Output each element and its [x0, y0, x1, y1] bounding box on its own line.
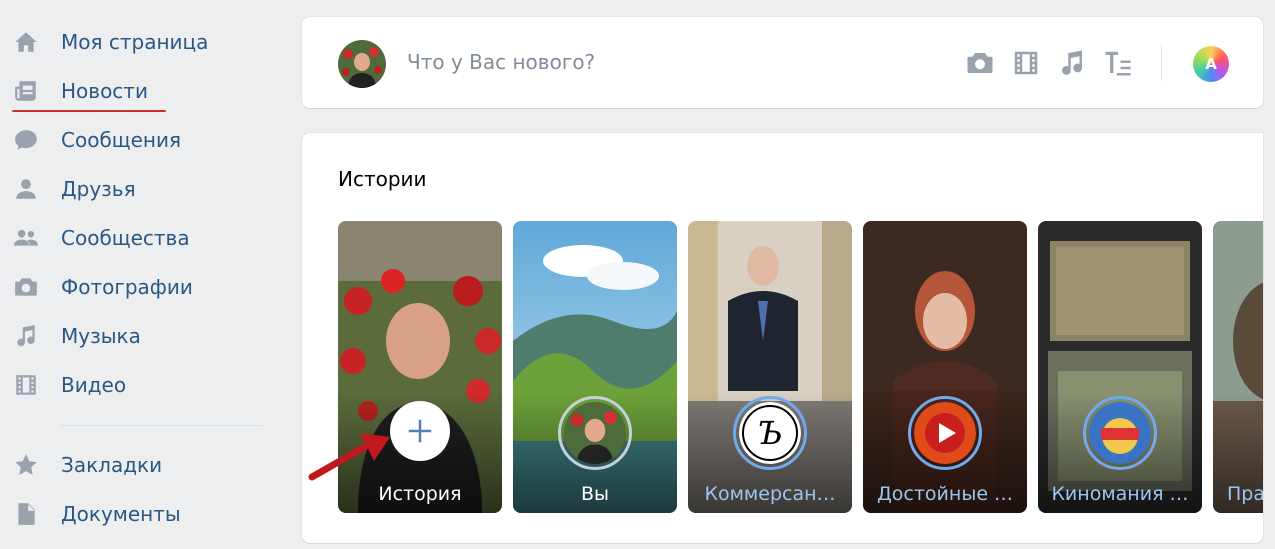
sidebar-item-label: Закладки	[61, 452, 163, 477]
story-kommersant[interactable]: Ъ Коммерсан…	[688, 221, 852, 513]
svg-text:Ъ: Ъ	[757, 414, 782, 452]
story-own[interactable]: Вы	[513, 221, 677, 513]
story-dostoinye[interactable]: Достойные …	[863, 221, 1027, 513]
camera-icon[interactable]	[964, 47, 996, 79]
avatar	[564, 402, 626, 464]
story-partial[interactable]: Пра	[1213, 221, 1263, 513]
add-story-button[interactable]	[390, 401, 450, 461]
sidebar-item-messages[interactable]: Сообщения	[0, 115, 265, 164]
aa-avatar-button[interactable]: A	[1193, 46, 1229, 82]
communities-icon	[12, 224, 40, 252]
sidebar-item-label: Музыка	[61, 323, 141, 348]
aa-label: A	[1205, 55, 1217, 73]
film-icon[interactable]	[1010, 47, 1042, 79]
news-icon	[12, 77, 40, 105]
story-label: Киномания …	[1051, 483, 1189, 505]
video-icon	[12, 371, 40, 399]
story-label: Достойные …	[876, 483, 1014, 505]
stories-title: Истории	[338, 167, 427, 191]
story-label: Вы	[580, 483, 610, 505]
sidebar-item-music[interactable]: Музыка	[0, 311, 265, 360]
sidebar-item-bookmarks[interactable]: Закладки	[0, 440, 265, 489]
kommersant-logo-icon: Ъ	[739, 402, 801, 464]
story-kinomania[interactable]: Киномания …	[1038, 221, 1202, 513]
stories-block: Истории История Вы Ъ Коммерсан… Достойны…	[302, 133, 1263, 543]
photo-icon	[12, 273, 40, 301]
text-format-icon[interactable]	[1102, 47, 1134, 79]
sidebar-item-label: Сообщения	[61, 127, 182, 152]
post-input[interactable]: Что у Вас нового?	[407, 50, 595, 74]
sidebar-item-video[interactable]: Видео	[0, 360, 265, 409]
messages-icon	[12, 126, 40, 154]
sidebar-item-my-page[interactable]: Моя страница	[0, 17, 265, 66]
document-icon	[12, 500, 40, 528]
highlight-underline	[12, 110, 166, 112]
home-icon	[12, 28, 40, 56]
left-sidebar: Моя страница Новости Сообщения Друзья Со…	[0, 17, 265, 538]
sidebar-divider	[60, 425, 262, 426]
sidebar-item-label: Новости	[61, 78, 148, 103]
music-note-icon[interactable]	[1056, 47, 1088, 79]
sidebar-item-label: Документы	[61, 501, 181, 526]
star-icon	[12, 451, 40, 479]
sidebar-item-friends[interactable]: Друзья	[0, 164, 265, 213]
tools-divider	[1161, 45, 1162, 81]
sidebar-item-news[interactable]: Новости	[0, 66, 265, 115]
sidebar-item-communities[interactable]: Сообщества	[0, 213, 265, 262]
story-avatar-ring: Ъ	[733, 396, 807, 470]
story-avatar-ring	[908, 396, 982, 470]
story-avatar-ring	[558, 396, 632, 470]
sidebar-item-label: Сообщества	[61, 225, 190, 250]
plus-icon	[408, 419, 432, 443]
music-icon	[12, 322, 40, 350]
sidebar-item-documents[interactable]: Документы	[0, 489, 265, 538]
friends-icon	[12, 175, 40, 203]
kino-logo-icon	[1089, 402, 1151, 464]
story-label: Пра	[1227, 483, 1263, 505]
story-avatar-ring	[1083, 396, 1157, 470]
story-add[interactable]: История	[338, 221, 502, 513]
sidebar-item-label: Друзья	[61, 176, 136, 201]
composer-tools	[964, 47, 1134, 79]
story-label: Коммерсан…	[704, 483, 836, 505]
sidebar-item-label: Моя страница	[61, 29, 209, 54]
sidebar-item-label: Видео	[61, 372, 127, 397]
avatar[interactable]	[338, 40, 386, 88]
sidebar-item-photos[interactable]: Фотографии	[0, 262, 265, 311]
post-composer: Что у Вас нового? A	[302, 17, 1263, 108]
story-label: История	[378, 483, 462, 505]
sidebar-item-label: Фотографии	[61, 274, 193, 299]
play-logo-icon	[914, 402, 976, 464]
